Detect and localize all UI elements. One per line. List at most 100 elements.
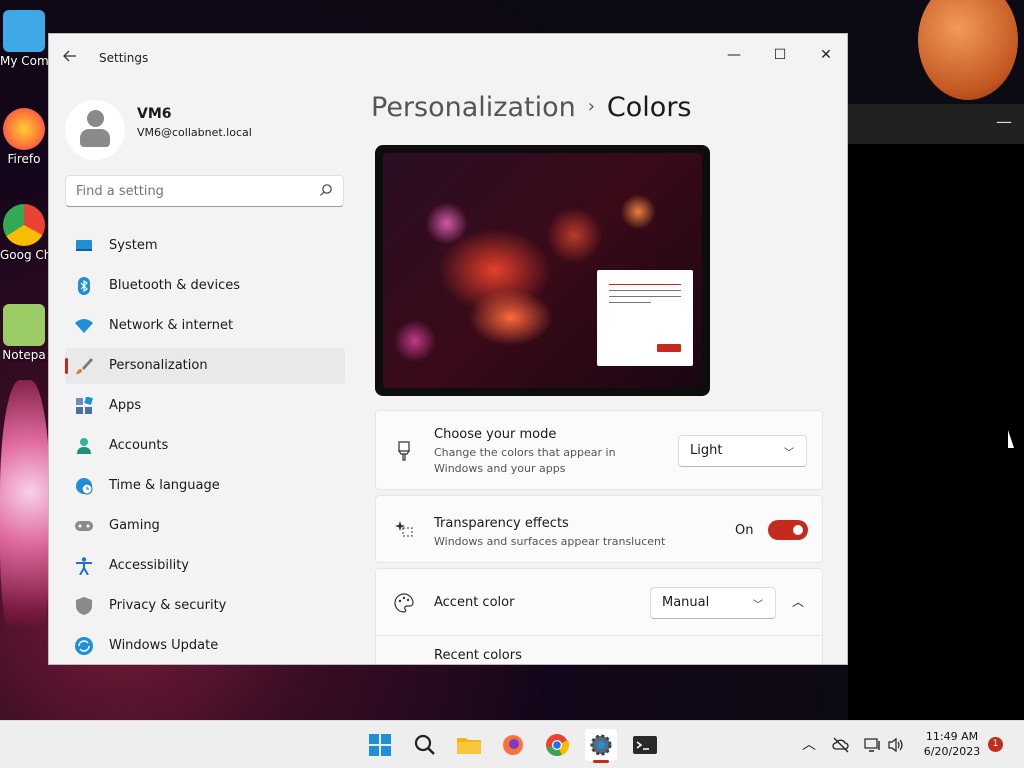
- computer-icon: [3, 10, 45, 52]
- brush-mode-icon: [397, 441, 411, 461]
- minimize-button[interactable]: —: [711, 40, 757, 70]
- start-button[interactable]: [364, 729, 396, 761]
- network-icon[interactable]: [864, 736, 882, 754]
- chevron-up-icon[interactable]: ︿: [792, 593, 804, 610]
- taskbar-clock[interactable]: 11:49 AM 6/20/2023: [914, 729, 990, 759]
- background-window-titlebar[interactable]: —: [848, 104, 1024, 144]
- wallpaper-orb: [918, 0, 1018, 100]
- shield-icon: [76, 597, 92, 615]
- palette-icon: [394, 593, 414, 613]
- search-button[interactable]: [409, 729, 441, 761]
- chrome-icon: [3, 204, 45, 246]
- mode-dropdown[interactable]: Light ﹀: [678, 435, 807, 467]
- sidebar-item-apps[interactable]: Apps: [65, 388, 345, 424]
- page-title: Colors: [606, 92, 692, 123]
- chevron-up-icon[interactable]: ︿: [802, 734, 816, 754]
- gear-icon: [590, 734, 612, 756]
- settings-window: Settings — ☐ ✕ VM6 VM6@collabnet.local S…: [48, 33, 848, 665]
- sidebar-item-privacy-security[interactable]: Privacy & security: [65, 588, 345, 624]
- sidebar-nav: System Bluetooth & devices Network & int…: [65, 228, 345, 664]
- mouse-cursor: [1008, 430, 1014, 448]
- mode-description: Change the colors that appear in Windows…: [434, 446, 616, 475]
- search-box[interactable]: [65, 175, 344, 207]
- clock-time: 11:49 AM: [925, 730, 979, 743]
- accent-dropdown[interactable]: Manual ﹀: [650, 587, 776, 619]
- transparency-description: Windows and surfaces appear translucent: [434, 535, 666, 548]
- app-title: Settings: [99, 51, 149, 65]
- notepad-icon: [3, 304, 45, 346]
- desktop-icon-computer[interactable]: My Com: [0, 10, 48, 68]
- terminal-icon: [633, 736, 657, 754]
- preview-window-sample: [597, 270, 693, 366]
- volume-icon[interactable]: [887, 736, 905, 754]
- chevron-down-icon: ﹀: [753, 600, 763, 611]
- sidebar-item-network[interactable]: Network & internet: [65, 308, 345, 344]
- profile-email: VM6@collabnet.local: [137, 126, 252, 139]
- sidebar-item-time-language[interactable]: Time & language: [65, 468, 345, 504]
- transparency-toggle[interactable]: [768, 520, 808, 540]
- accounts-icon: [77, 438, 91, 454]
- transparency-title: Transparency effects: [434, 516, 569, 531]
- file-explorer-button[interactable]: [453, 729, 485, 761]
- wifi-icon: [75, 319, 93, 333]
- firefox-icon: [503, 735, 523, 755]
- sidebar-item-accessibility[interactable]: Accessibility: [65, 548, 345, 584]
- sidebar-item-bluetooth[interactable]: Bluetooth & devices: [65, 268, 345, 304]
- desktop-icon-firefox[interactable]: Firefo: [0, 108, 48, 166]
- clock-date: 6/20/2023: [923, 745, 981, 758]
- setting-transparency: Transparency effects Windows and surface…: [375, 495, 823, 563]
- sidebar-item-gaming[interactable]: Gaming: [65, 508, 345, 544]
- close-button[interactable]: ✕: [803, 40, 847, 70]
- settings-button[interactable]: [585, 729, 617, 763]
- accent-title: Accent color: [434, 595, 515, 610]
- maximize-button[interactable]: ☐: [757, 40, 803, 70]
- breadcrumb-parent[interactable]: Personalization: [371, 92, 576, 123]
- setting-choose-mode: Choose your mode Change the colors that …: [375, 410, 823, 490]
- accessibility-icon: [76, 557, 92, 575]
- desktop-icon-notepad[interactable]: Notepa: [0, 304, 48, 362]
- globe-clock-icon: [76, 478, 93, 495]
- search-icon: [414, 734, 435, 755]
- breadcrumb-separator: ›: [587, 96, 595, 117]
- firefox-icon: [3, 108, 45, 150]
- theme-preview: [375, 145, 710, 396]
- chrome-button[interactable]: [541, 729, 573, 761]
- setting-accent-color[interactable]: Accent color Manual ﹀ ︿: [375, 568, 823, 636]
- sidebar-item-personalization[interactable]: Personalization: [65, 348, 345, 384]
- chrome-icon: [546, 734, 570, 756]
- search-icon: [320, 184, 332, 196]
- gamepad-icon: [75, 521, 93, 531]
- avatar: [65, 100, 125, 160]
- desktop-icon-chrome[interactable]: Goog Chron: [0, 204, 48, 262]
- sidebar-item-system[interactable]: System: [65, 228, 345, 264]
- notification-badge[interactable]: 1: [988, 737, 1003, 752]
- sparkle-icon: [395, 521, 413, 537]
- chevron-down-icon: ﹀: [784, 448, 794, 459]
- wallpaper-shape: [0, 380, 50, 660]
- firefox-button[interactable]: [497, 729, 529, 761]
- title-bar[interactable]: Settings — ☐ ✕: [49, 34, 847, 82]
- bluetooth-icon: [78, 277, 90, 295]
- windows-icon: [369, 734, 391, 756]
- back-button[interactable]: [63, 48, 83, 68]
- mode-title: Choose your mode: [434, 427, 557, 442]
- brush-icon: [76, 358, 93, 374]
- recent-colors-section: Recent colors: [375, 636, 823, 664]
- search-input[interactable]: [66, 176, 306, 206]
- background-terminal-window[interactable]: —: [848, 104, 1024, 720]
- apps-icon: [76, 397, 93, 414]
- update-icon: [75, 637, 93, 655]
- recent-colors-label: Recent colors: [434, 648, 522, 663]
- accent-dropdown-value: Manual: [662, 595, 710, 610]
- preview-accent-button: [657, 344, 681, 352]
- onedrive-offline-icon[interactable]: [832, 736, 850, 754]
- wallpaper-preview-image: [383, 153, 702, 388]
- sidebar-item-accounts[interactable]: Accounts: [65, 428, 345, 464]
- terminal-button[interactable]: [629, 729, 661, 761]
- transparency-state-label: On: [735, 523, 754, 538]
- sidebar-item-windows-update[interactable]: Windows Update: [65, 628, 345, 664]
- arrow-left-icon: [63, 50, 76, 62]
- folder-icon: [457, 738, 481, 754]
- system-icon: [76, 240, 92, 251]
- breadcrumb: Personalization › Colors: [371, 92, 691, 123]
